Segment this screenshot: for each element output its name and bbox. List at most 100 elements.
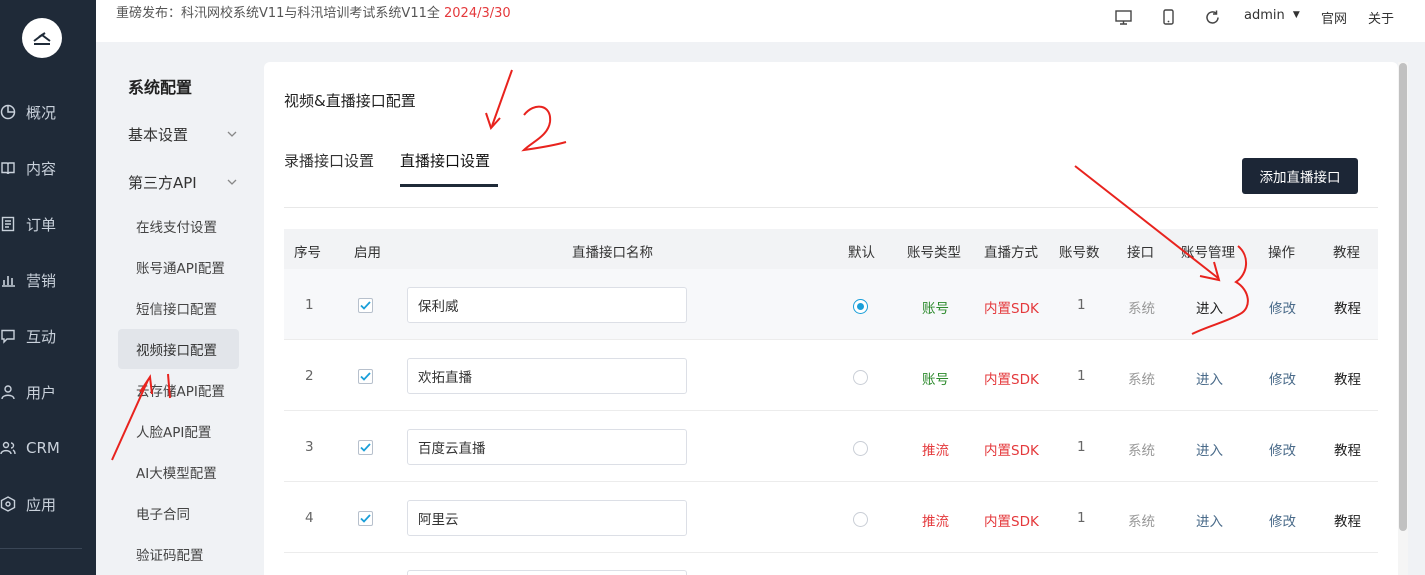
logo-icon bbox=[33, 32, 51, 45]
account-count: 1 bbox=[1077, 297, 1086, 313]
tab-recorded[interactable]: 录播接口设置 bbox=[284, 150, 374, 171]
nav-label: 应用 bbox=[26, 495, 57, 514]
interface-name-input[interactable] bbox=[407, 287, 687, 323]
divider bbox=[284, 207, 1378, 208]
official-site-link[interactable]: 官网 bbox=[1321, 8, 1347, 27]
default-radio[interactable] bbox=[853, 512, 868, 527]
account-count: 1 bbox=[1077, 368, 1086, 384]
interface-name-input[interactable] bbox=[407, 500, 687, 536]
default-radio[interactable] bbox=[853, 441, 868, 456]
interface-type: 系统 bbox=[1128, 372, 1155, 388]
group-third-party-api[interactable]: 第三方API bbox=[128, 172, 238, 193]
about-link[interactable]: 关于 bbox=[1368, 8, 1394, 27]
nav-item-orders[interactable]: 订单 bbox=[0, 204, 96, 244]
chevron-down-icon bbox=[226, 174, 238, 192]
mobile-icon[interactable] bbox=[1159, 8, 1177, 26]
nav-item-interaction[interactable]: 互动 bbox=[0, 316, 96, 356]
account-count: 1 bbox=[1077, 439, 1086, 455]
nav-item-marketing[interactable]: 营销 bbox=[0, 260, 96, 300]
sub-item-face-api[interactable]: 人脸API配置 bbox=[118, 411, 239, 451]
th-account-type: 账号类型 bbox=[907, 245, 961, 261]
th-tutorial: 教程 bbox=[1333, 245, 1360, 261]
th-operation: 操作 bbox=[1268, 245, 1295, 261]
book-icon bbox=[0, 160, 16, 176]
enabled-checkbox[interactable] bbox=[358, 511, 373, 526]
table-row-partial bbox=[407, 570, 687, 575]
nav-divider bbox=[0, 548, 82, 549]
manage-enter-link[interactable]: 进入 bbox=[1196, 439, 1223, 459]
manage-enter-link[interactable]: 进入 bbox=[1196, 510, 1223, 530]
sub-item-captcha[interactable]: 验证码配置 bbox=[118, 534, 239, 574]
account-type: 推流 bbox=[922, 443, 949, 459]
edit-link[interactable]: 修改 bbox=[1269, 368, 1296, 388]
sub-item-cloud-storage[interactable]: 云存储API配置 bbox=[118, 370, 239, 410]
sub-item-ai-model[interactable]: AI大模型配置 bbox=[118, 452, 239, 492]
announcement[interactable]: 重磅发布：科汛网校系统V11与科汛培训考试系统V11全 2024/3/30 bbox=[116, 2, 511, 21]
interface-name-input[interactable] bbox=[407, 429, 687, 465]
nav-item-users[interactable]: 用户 bbox=[0, 372, 96, 412]
nav-item-content[interactable]: 内容 bbox=[0, 148, 96, 188]
sub-item-payment[interactable]: 在线支付设置 bbox=[118, 206, 239, 246]
th-interface: 接口 bbox=[1127, 245, 1154, 261]
top-bar: 重磅发布：科汛网校系统V11与科汛培训考试系统V11全 2024/3/30 ad… bbox=[96, 0, 1425, 42]
sub-item-video[interactable]: 视频接口配置 bbox=[118, 329, 239, 369]
order-icon bbox=[0, 216, 16, 232]
nav-label: 内容 bbox=[26, 159, 57, 178]
user-icon bbox=[0, 384, 16, 400]
nav-label: CRM bbox=[26, 439, 60, 457]
edit-link[interactable]: 修改 bbox=[1269, 297, 1296, 317]
account-type: 账号 bbox=[922, 372, 949, 388]
tab-live[interactable]: 直播接口设置 bbox=[400, 150, 490, 171]
manage-enter-link[interactable]: 进入 bbox=[1196, 297, 1223, 317]
enabled-checkbox[interactable] bbox=[358, 298, 373, 313]
manage-enter-link[interactable]: 进入 bbox=[1196, 368, 1223, 388]
sub-item-account-api[interactable]: 账号通API配置 bbox=[118, 247, 239, 287]
announcement-text: 重磅发布：科汛网校系统V11与科汛培训考试系统V11全 bbox=[116, 6, 440, 21]
logo[interactable] bbox=[22, 18, 62, 58]
row-no: 2 bbox=[305, 368, 314, 384]
desktop-icon[interactable] bbox=[1114, 8, 1132, 26]
interface-type: 系统 bbox=[1128, 301, 1155, 317]
tutorial-link[interactable]: 教程 bbox=[1334, 297, 1361, 317]
nav-label: 用户 bbox=[26, 383, 57, 402]
refresh-icon[interactable] bbox=[1203, 8, 1221, 26]
table-row: 3 推流 内置SDK 1 系统 进入 修改 教程 bbox=[284, 411, 1378, 482]
enabled-checkbox[interactable] bbox=[358, 440, 373, 455]
table-row: 1 账号 内置SDK 1 系统 进入 修改 教程 bbox=[284, 269, 1378, 340]
add-live-interface-button[interactable]: 添加直播接口 bbox=[1242, 158, 1358, 194]
live-mode: 内置SDK bbox=[984, 301, 1039, 317]
nav-item-crm[interactable]: CRM bbox=[0, 428, 96, 468]
interface-name-input[interactable] bbox=[407, 358, 687, 394]
default-radio[interactable] bbox=[853, 370, 868, 385]
default-radio[interactable] bbox=[853, 299, 868, 314]
user-menu[interactable]: admin ▼ bbox=[1244, 8, 1300, 23]
main-nav: 概况 内容 订单 营销 互动 用户 CRM 应用 bbox=[0, 0, 96, 575]
sub-item-e-contract[interactable]: 电子合同 bbox=[118, 493, 239, 533]
account-type: 账号 bbox=[922, 301, 949, 317]
tutorial-link[interactable]: 教程 bbox=[1334, 439, 1361, 459]
nav-item-apps[interactable]: 应用 bbox=[0, 484, 96, 524]
edit-link[interactable]: 修改 bbox=[1269, 439, 1296, 459]
table-row: 2 账号 内置SDK 1 系统 进入 修改 教程 bbox=[284, 340, 1378, 411]
table-header: 序号 启用 直播接口名称 默认 账号类型 直播方式 账号数 接口 账号管理 操作… bbox=[284, 229, 1378, 269]
th-name: 直播接口名称 bbox=[572, 245, 653, 261]
sub-item-sms[interactable]: 短信接口配置 bbox=[118, 288, 239, 328]
scrollbar-thumb[interactable] bbox=[1399, 63, 1407, 531]
page-title: 视频&直播接口配置 bbox=[284, 92, 416, 110]
live-mode: 内置SDK bbox=[984, 372, 1039, 388]
app-icon bbox=[0, 496, 16, 512]
row-no: 1 bbox=[305, 297, 314, 313]
live-mode: 内置SDK bbox=[984, 514, 1039, 530]
enabled-checkbox[interactable] bbox=[358, 369, 373, 384]
bar-chart-icon bbox=[0, 272, 16, 288]
crm-icon bbox=[0, 440, 16, 456]
edit-link[interactable]: 修改 bbox=[1269, 510, 1296, 530]
nav-label: 互动 bbox=[26, 327, 57, 346]
tutorial-link[interactable]: 教程 bbox=[1334, 368, 1361, 388]
nav-item-overview[interactable]: 概况 bbox=[0, 92, 96, 132]
group-label: 第三方API bbox=[128, 174, 197, 192]
settings-sidebar-title: 系统配置 bbox=[128, 78, 193, 97]
th-default: 默认 bbox=[848, 245, 875, 261]
group-basic-settings[interactable]: 基本设置 bbox=[128, 124, 238, 145]
tutorial-link[interactable]: 教程 bbox=[1334, 510, 1361, 530]
